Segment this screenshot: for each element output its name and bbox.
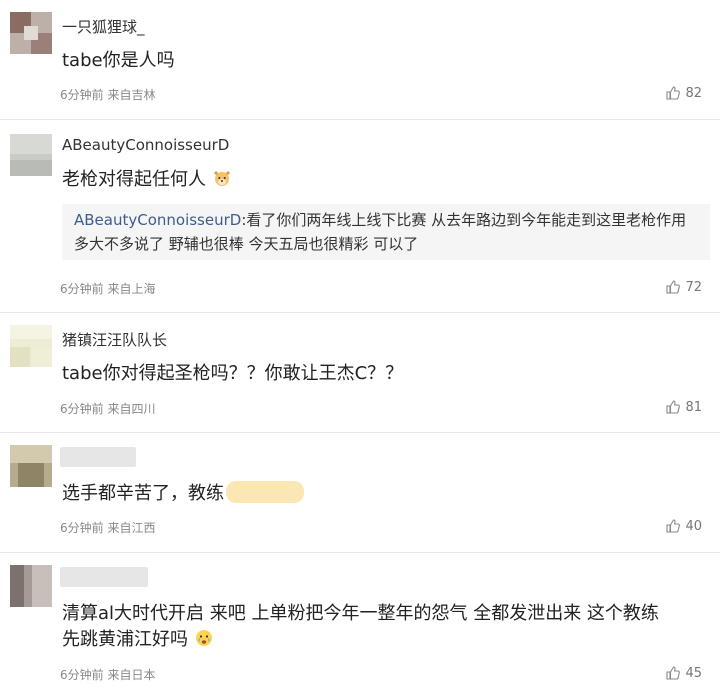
thumbs-up-icon <box>665 399 681 415</box>
comment-meta: 6分钟前 来自四川 <box>60 400 155 417</box>
comment-location: 来自江西 <box>107 521 156 535</box>
like-button[interactable]: 81 <box>665 399 702 415</box>
username[interactable]: 猪镇汪汪队队长 <box>62 329 167 350</box>
comment-location: 来自吉林 <box>107 88 156 102</box>
like-count: 81 <box>685 399 702 415</box>
comment-text-content: 先跳黄浦江好吗 <box>62 629 188 650</box>
comment-meta: 6分钟前 来自上海 <box>60 280 155 297</box>
reply-box: ABeautyConnoisseurD:看了你们两年线上线下比赛 从去年路边到今… <box>62 204 710 260</box>
comment-time: 6分钟前 <box>60 282 104 296</box>
avatar[interactable] <box>10 134 52 176</box>
comment-item: ABeautyConnoisseurD 老枪对得起任何人 ABeautyConn… <box>0 120 720 313</box>
comment-location: 来自日本 <box>107 668 156 682</box>
thumbs-up-icon <box>665 518 681 534</box>
comment-text-line2: 先跳黄浦江好吗 <box>62 627 659 656</box>
comment-time: 6分钟前 <box>60 668 104 682</box>
username[interactable]: 一只狐狸球_ <box>62 16 145 37</box>
thumbs-up-icon <box>665 85 681 101</box>
like-button[interactable]: 45 <box>665 665 702 681</box>
comment-meta: 6分钟前 来自日本 <box>60 666 155 683</box>
comment-location: 来自四川 <box>107 402 156 416</box>
comment-location: 来自上海 <box>107 282 156 296</box>
comment-text: 老枪对得起任何人 <box>62 167 232 196</box>
comment-text: 清算al大时代开启 来吧 上单粉把今年一整年的怨气 全都发泄出来 这个教练 先跳… <box>62 601 659 656</box>
like-button[interactable]: 82 <box>665 85 702 101</box>
username-redacted[interactable] <box>60 567 148 587</box>
comment-item: 选手都辛苦了，教练 6分钟前 来自江西 40 <box>0 433 720 553</box>
comment-text: 选手都辛苦了，教练 <box>62 481 304 507</box>
comment-text-content: 老枪对得起任何人 <box>62 169 206 190</box>
avatar[interactable] <box>10 12 52 54</box>
comment-meta: 6分钟前 来自吉林 <box>60 86 155 103</box>
dog-face-emoji <box>212 168 232 196</box>
comment-time: 6分钟前 <box>60 88 104 102</box>
like-button[interactable]: 40 <box>665 518 702 534</box>
avatar[interactable] <box>10 325 52 367</box>
crying-face-emoji <box>194 628 214 656</box>
comment-time: 6分钟前 <box>60 521 104 535</box>
comment-item: 一只狐狸球_ tabe你是人吗 6分钟前 来自吉林 82 <box>0 0 720 120</box>
comment-item: 猪镇汪汪队队长 tabe你对得起圣枪吗？？你敢让王杰C？？ 6分钟前 来自四川 … <box>0 313 720 433</box>
like-button[interactable]: 72 <box>665 279 702 295</box>
username[interactable]: ABeautyConnoisseurD <box>62 136 229 154</box>
comment-text-line1: 清算al大时代开启 来吧 上单粉把今年一整年的怨气 全都发泄出来 这个教练 <box>62 603 659 624</box>
comment-item: 清算al大时代开启 来吧 上单粉把今年一整年的怨气 全都发泄出来 这个教练 先跳… <box>0 553 720 695</box>
comment-text-content: 选手都辛苦了，教练 <box>62 483 224 504</box>
comment-text: tabe你对得起圣枪吗？？你敢让王杰C？？ <box>62 363 404 384</box>
redacted-text <box>226 481 304 503</box>
reply-username[interactable]: ABeautyConnoisseurD <box>74 211 241 229</box>
avatar[interactable] <box>10 565 52 607</box>
username-redacted[interactable] <box>60 447 136 467</box>
thumbs-up-icon <box>665 665 681 681</box>
comment-time: 6分钟前 <box>60 402 104 416</box>
comment-meta: 6分钟前 来自江西 <box>60 519 155 536</box>
thumbs-up-icon <box>665 279 681 295</box>
avatar[interactable] <box>10 445 52 487</box>
comment-text: tabe你是人吗 <box>62 50 175 71</box>
like-count: 40 <box>685 518 702 534</box>
like-count: 82 <box>685 85 702 101</box>
like-count: 72 <box>685 279 702 295</box>
like-count: 45 <box>685 665 702 681</box>
